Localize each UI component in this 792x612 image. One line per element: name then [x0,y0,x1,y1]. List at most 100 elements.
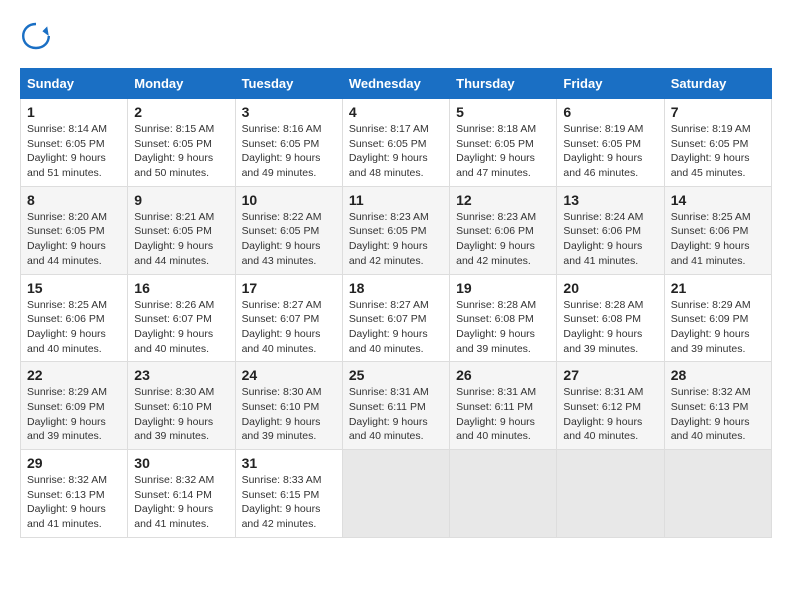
day-info: Sunrise: 8:31 AMSunset: 6:11 PMDaylight:… [456,385,550,444]
day-number: 19 [456,280,550,296]
calendar-cell: 23Sunrise: 8:30 AMSunset: 6:10 PMDayligh… [128,362,235,450]
calendar-cell: 17Sunrise: 8:27 AMSunset: 6:07 PMDayligh… [235,274,342,362]
calendar-cell: 30 Sunrise: 8:32 AMSunset: 6:14 PMDayligh… [128,450,235,538]
calendar-cell: 13Sunrise: 8:24 AMSunset: 6:06 PMDayligh… [557,186,664,274]
day-number: 26 [456,367,550,383]
day-info: Sunrise: 8:28 AMSunset: 6:08 PMDaylight:… [456,298,550,357]
calendar-cell: 12 Sunrise: 8:23 AMSunset: 6:06 PMDayligh… [450,186,557,274]
calendar-cell: 5 Sunrise: 8:18 AMSunset: 6:05 PMDaylight… [450,99,557,187]
day-number: 28 [671,367,765,383]
day-number: 18 [349,280,443,296]
day-number: 13 [563,192,657,208]
day-info: Sunrise: 8:27 AMSunset: 6:07 PMDaylight:… [242,298,336,357]
day-number: 30 [134,455,228,471]
calendar-cell: 27 Sunrise: 8:31 AMSunset: 6:12 PMDayligh… [557,362,664,450]
calendar-cell [450,450,557,538]
day-info: Sunrise: 8:16 AMSunset: 6:05 PMDaylight:… [242,122,336,181]
calendar-cell: 11 Sunrise: 8:23 AMSunset: 6:05 PMDayligh… [342,186,449,274]
day-number: 15 [27,280,121,296]
day-number: 4 [349,104,443,120]
day-info: Sunrise: 8:29 AMSunset: 6:09 PMDaylight:… [671,298,765,357]
day-info: Sunrise: 8:27 AMSunset: 6:07 PMDaylight:… [349,298,443,357]
calendar-cell: 20 Sunrise: 8:28 AMSunset: 6:08 PMDayligh… [557,274,664,362]
calendar-cell: 9 Sunrise: 8:21 AMSunset: 6:05 PMDaylight… [128,186,235,274]
calendar-cell: 31 Sunrise: 8:33 AMSunset: 6:15 PMDayligh… [235,450,342,538]
day-number: 20 [563,280,657,296]
day-info: Sunrise: 8:28 AMSunset: 6:08 PMDaylight:… [563,298,657,357]
calendar-cell: 6 Sunrise: 8:19 AMSunset: 6:05 PMDaylight… [557,99,664,187]
day-info: Sunrise: 8:18 AMSunset: 6:05 PMDaylight:… [456,122,550,181]
day-info: Sunrise: 8:32 AMSunset: 6:13 PMDaylight:… [27,473,121,532]
day-number: 29 [27,455,121,471]
header-wednesday: Wednesday [342,69,449,99]
day-info: Sunrise: 8:25 AMSunset: 6:06 PMDaylight:… [27,298,121,357]
day-info: Sunrise: 8:23 AMSunset: 6:06 PMDaylight:… [456,210,550,269]
calendar-cell: 18 Sunrise: 8:27 AMSunset: 6:07 PMDayligh… [342,274,449,362]
day-number: 24 [242,367,336,383]
page-header [20,20,772,52]
calendar-cell [664,450,771,538]
day-info: Sunrise: 8:33 AMSunset: 6:15 PMDaylight:… [242,473,336,532]
day-number: 10 [242,192,336,208]
logo-icon [20,20,52,52]
calendar-cell: 28 Sunrise: 8:32 AMSunset: 6:13 PMDayligh… [664,362,771,450]
header-sunday: Sunday [21,69,128,99]
day-number: 31 [242,455,336,471]
calendar-cell: 8 Sunrise: 8:20 AMSunset: 6:05 PMDaylight… [21,186,128,274]
week-row-3: 15 Sunrise: 8:25 AMSunset: 6:06 PMDayligh… [21,274,772,362]
day-info: Sunrise: 8:21 AMSunset: 6:05 PMDaylight:… [134,210,228,269]
day-number: 23 [134,367,228,383]
calendar-cell: 15 Sunrise: 8:25 AMSunset: 6:06 PMDayligh… [21,274,128,362]
day-number: 9 [134,192,228,208]
calendar-cell: 3 Sunrise: 8:16 AMSunset: 6:05 PMDaylight… [235,99,342,187]
day-info: Sunrise: 8:25 AMSunset: 6:06 PMDaylight:… [671,210,765,269]
header-tuesday: Tuesday [235,69,342,99]
day-info: Sunrise: 8:19 AMSunset: 6:05 PMDaylight:… [671,122,765,181]
calendar-cell: 2Sunrise: 8:15 AMSunset: 6:05 PMDaylight… [128,99,235,187]
day-number: 6 [563,104,657,120]
day-number: 2 [134,104,228,120]
calendar-cell [557,450,664,538]
header-monday: Monday [128,69,235,99]
calendar-cell: 1 Sunrise: 8:14 AMSunset: 6:05 PMDaylight… [21,99,128,187]
calendar-cell: 4Sunrise: 8:17 AMSunset: 6:05 PMDaylight… [342,99,449,187]
day-number: 12 [456,192,550,208]
day-number: 7 [671,104,765,120]
calendar-cell: 10Sunrise: 8:22 AMSunset: 6:05 PMDayligh… [235,186,342,274]
calendar-cell: 21Sunrise: 8:29 AMSunset: 6:09 PMDayligh… [664,274,771,362]
header-saturday: Saturday [664,69,771,99]
calendar-cell: 24Sunrise: 8:30 AMSunset: 6:10 PMDayligh… [235,362,342,450]
calendar-cell: 19 Sunrise: 8:28 AMSunset: 6:08 PMDayligh… [450,274,557,362]
day-number: 16 [134,280,228,296]
calendar-cell: 25 Sunrise: 8:31 AMSunset: 6:11 PMDayligh… [342,362,449,450]
header-thursday: Thursday [450,69,557,99]
week-row-1: 1 Sunrise: 8:14 AMSunset: 6:05 PMDaylight… [21,99,772,187]
calendar-header-row: SundayMondayTuesdayWednesdayThursdayFrid… [21,69,772,99]
day-info: Sunrise: 8:14 AMSunset: 6:05 PMDaylight:… [27,122,121,181]
day-info: Sunrise: 8:19 AMSunset: 6:05 PMDaylight:… [563,122,657,181]
day-info: Sunrise: 8:26 AMSunset: 6:07 PMDaylight:… [134,298,228,357]
day-number: 25 [349,367,443,383]
header-friday: Friday [557,69,664,99]
day-info: Sunrise: 8:20 AMSunset: 6:05 PMDaylight:… [27,210,121,269]
day-info: Sunrise: 8:29 AMSunset: 6:09 PMDaylight:… [27,385,121,444]
day-number: 11 [349,192,443,208]
day-number: 3 [242,104,336,120]
day-number: 8 [27,192,121,208]
calendar-cell: 16 Sunrise: 8:26 AMSunset: 6:07 PMDayligh… [128,274,235,362]
day-number: 27 [563,367,657,383]
day-info: Sunrise: 8:32 AMSunset: 6:13 PMDaylight:… [671,385,765,444]
day-number: 22 [27,367,121,383]
calendar-cell: 7 Sunrise: 8:19 AMSunset: 6:05 PMDaylight… [664,99,771,187]
day-number: 5 [456,104,550,120]
day-number: 14 [671,192,765,208]
calendar-table: SundayMondayTuesdayWednesdayThursdayFrid… [20,68,772,538]
day-info: Sunrise: 8:31 AMSunset: 6:12 PMDaylight:… [563,385,657,444]
day-info: Sunrise: 8:31 AMSunset: 6:11 PMDaylight:… [349,385,443,444]
calendar-cell: 22 Sunrise: 8:29 AMSunset: 6:09 PMDayligh… [21,362,128,450]
day-number: 1 [27,104,121,120]
day-info: Sunrise: 8:32 AMSunset: 6:14 PMDaylight:… [134,473,228,532]
week-row-5: 29 Sunrise: 8:32 AMSunset: 6:13 PMDayligh… [21,450,772,538]
calendar-cell: 26 Sunrise: 8:31 AMSunset: 6:11 PMDayligh… [450,362,557,450]
day-info: Sunrise: 8:23 AMSunset: 6:05 PMDaylight:… [349,210,443,269]
